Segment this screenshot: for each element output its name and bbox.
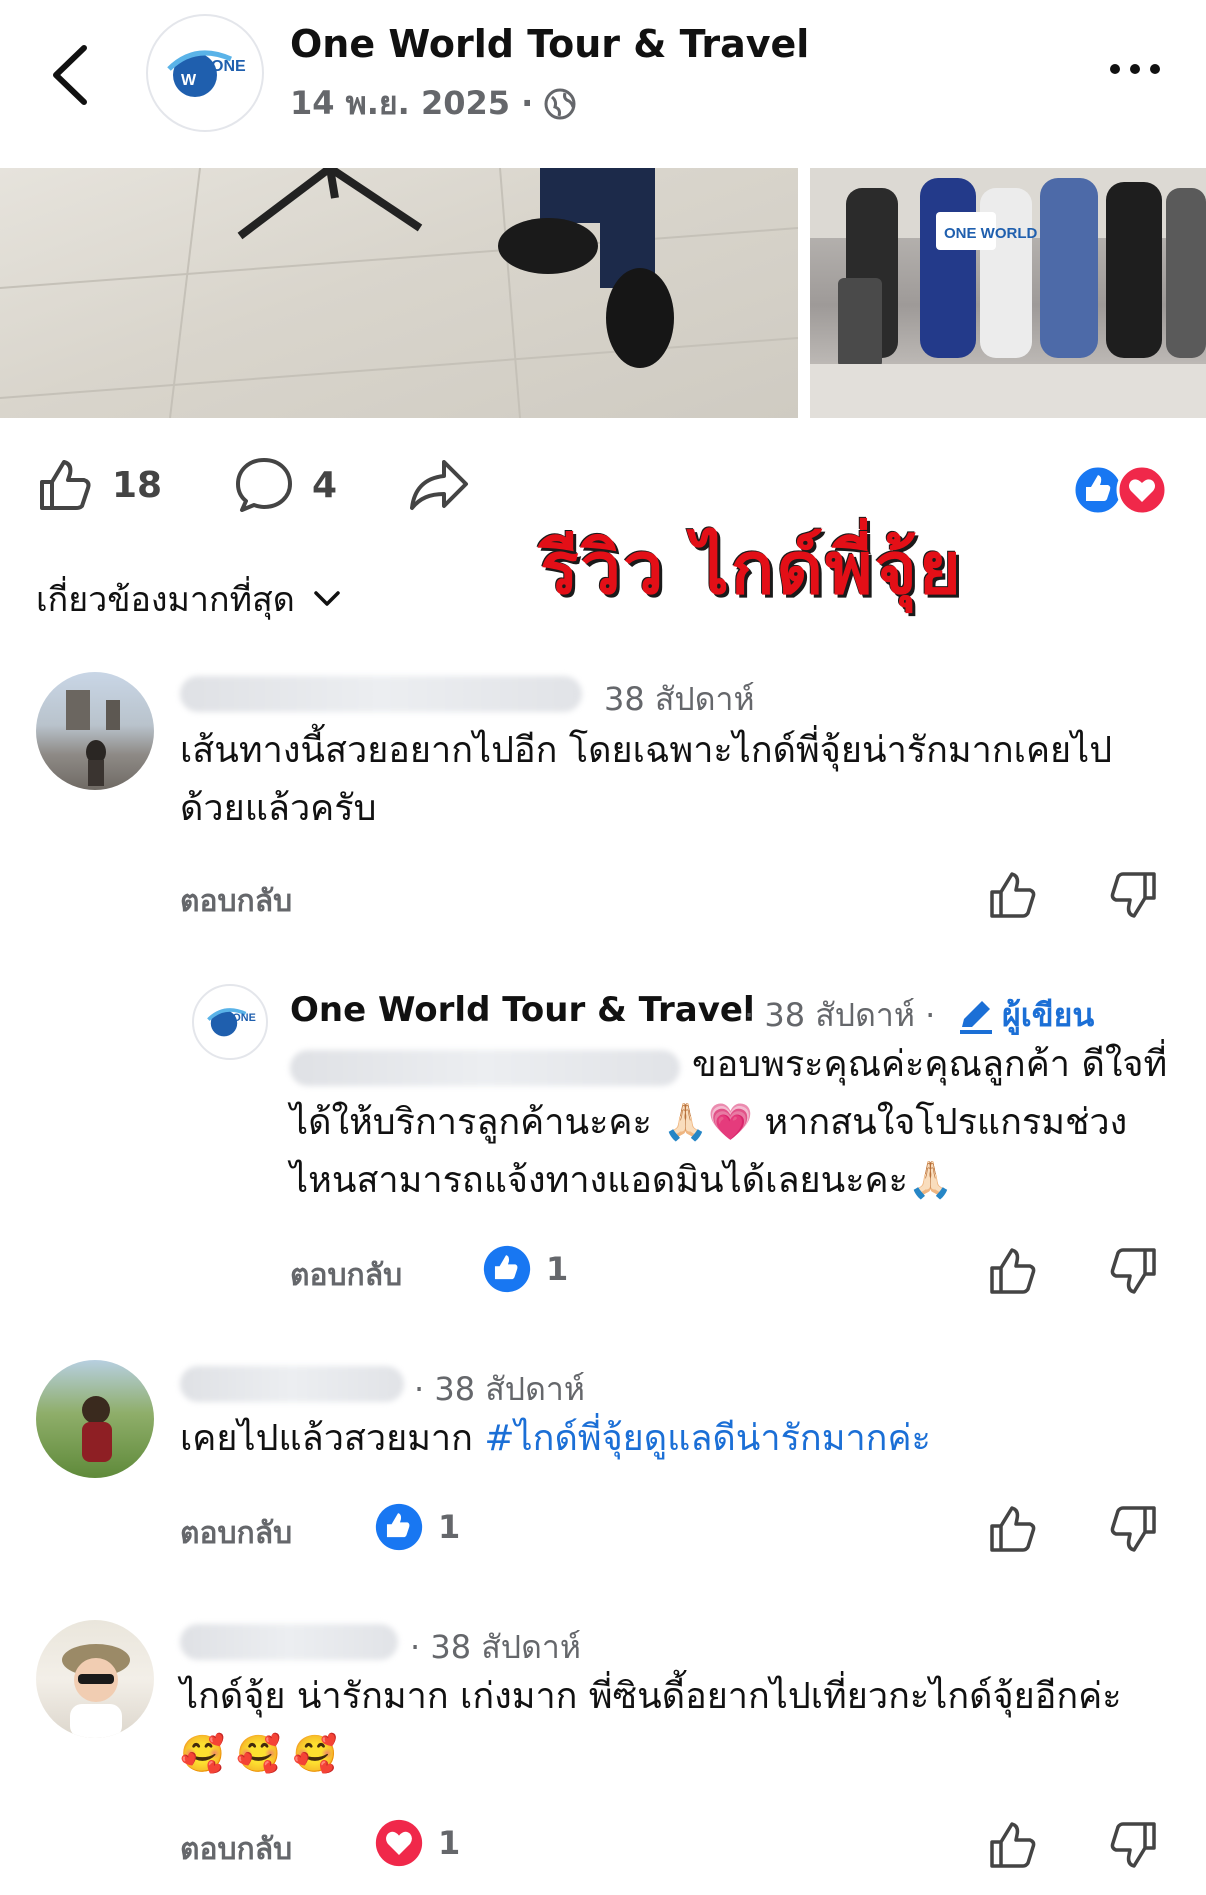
- svg-text:W: W: [181, 72, 197, 89]
- post-photo-1[interactable]: [0, 168, 798, 418]
- share-arrow-icon: [410, 460, 468, 510]
- comment-text-1: เส้นทางนี้สวยอยากไปอีก โดยเฉพาะไกด์พี่จุ…: [180, 730, 1113, 829]
- commenter-avatar-1[interactable]: [36, 672, 154, 790]
- svg-text:ONE: ONE: [232, 1012, 255, 1024]
- chevron-left-icon: [53, 45, 87, 105]
- like-reaction-icon: [483, 1245, 531, 1293]
- like-reaction-icon: [1072, 464, 1124, 516]
- commenter-name-3-blurred[interactable]: [180, 1366, 404, 1402]
- one-world-logo: ONE W: [167, 50, 246, 97]
- review-banner: รีวิว ไกด์พี่จุ้ย: [540, 526, 963, 610]
- thumbs-down-icon: [1110, 872, 1156, 918]
- reply-time: · 38 สัปดาห์ ·: [744, 996, 936, 1034]
- comment-text-3-plain: เคยไปแล้วสวยมาก: [180, 1418, 485, 1459]
- reply-button-2[interactable]: ตอบกลับ: [290, 1252, 402, 1299]
- post-date: 14 พ.ย. 2025 ·: [290, 78, 577, 129]
- comment-time-4: · 38 สัปดาห์: [410, 1628, 581, 1666]
- comment-4-like-button[interactable]: [988, 1820, 1038, 1874]
- comment-1-dislike-button[interactable]: [1108, 870, 1158, 924]
- photo-group: ONE WORLD: [810, 168, 1206, 418]
- comment-action[interactable]: 4: [234, 456, 337, 514]
- reply-like-button[interactable]: [988, 1246, 1038, 1300]
- reply-reaction[interactable]: 1: [482, 1244, 568, 1294]
- thumbs-down-icon: [1110, 1506, 1156, 1552]
- comment-3-like-button[interactable]: [988, 1504, 1038, 1558]
- commenter-avatar-4[interactable]: [36, 1620, 154, 1738]
- comment-3-reaction[interactable]: 1: [374, 1502, 460, 1552]
- post-photo-2[interactable]: ONE WORLD: [810, 168, 1206, 418]
- comment-time-1: 38 สัปดาห์: [604, 680, 755, 718]
- thumbs-up-icon: [990, 1248, 1036, 1294]
- author-badge-label: ผู้เขียน: [1002, 996, 1095, 1034]
- commenter-name-1-blurred[interactable]: [180, 676, 582, 712]
- comment-4-reaction[interactable]: 1: [374, 1818, 460, 1868]
- commenter-name-4-blurred[interactable]: [180, 1624, 398, 1660]
- reply-author-name[interactable]: One World Tour & Travel: [290, 990, 755, 1030]
- comment-count: 4: [312, 464, 338, 506]
- reply-button-1[interactable]: ตอบกลับ: [180, 878, 292, 925]
- globe-icon: [544, 88, 576, 119]
- thumbs-up-icon: [990, 1822, 1036, 1868]
- comment-time-3: · 38 สัปดาห์: [414, 1370, 585, 1408]
- comment-sort-dropdown[interactable]: เกี่ยวข้องมากที่สุด: [36, 572, 341, 626]
- reply-reaction-count: 1: [546, 1250, 569, 1288]
- svg-text:ONE: ONE: [211, 58, 246, 75]
- thumbs-down-icon: [1110, 1248, 1156, 1294]
- like-action[interactable]: 18: [36, 456, 162, 514]
- like-outline-icon: [40, 460, 91, 510]
- reaction-summary[interactable]: [1072, 463, 1170, 517]
- pencil-icon: [960, 1000, 992, 1034]
- post-date-text: 14 พ.ย. 2025 ·: [290, 84, 534, 122]
- comment-3-reaction-count: 1: [438, 1508, 461, 1546]
- sort-label: เกี่ยวข้องมากที่สุด: [36, 580, 295, 620]
- reply-author-avatar[interactable]: ONE: [192, 984, 268, 1060]
- more-options-button[interactable]: [1100, 54, 1170, 84]
- commenter-avatar-3[interactable]: [36, 1360, 154, 1478]
- love-reaction-icon: [1116, 464, 1168, 516]
- like-reaction-icon: [375, 1503, 423, 1551]
- comment-1-like-button[interactable]: [988, 870, 1038, 924]
- photo-floor-feet: [0, 168, 798, 418]
- comment-text-4: ไกด์จุ้ย น่ารักมาก เก่งมาก พี่ซินดี้อยาก…: [180, 1676, 1122, 1775]
- thumbs-up-icon: [990, 872, 1036, 918]
- reply-button-3[interactable]: ตอบกลับ: [180, 1510, 292, 1557]
- like-count: 18: [112, 464, 163, 506]
- chevron-down-icon: [314, 591, 340, 606]
- hashtag-link[interactable]: #ไกด์พี่จุ้ยดูแลดีน่ารักมากค่ะ: [484, 1418, 931, 1459]
- comment-4-dislike-button[interactable]: [1108, 1820, 1158, 1874]
- comment-4-reaction-count: 1: [438, 1824, 461, 1862]
- comment-3-dislike-button[interactable]: [1108, 1504, 1158, 1558]
- thumbs-down-icon: [1110, 1822, 1156, 1868]
- page-name[interactable]: One World Tour & Travel: [290, 22, 809, 66]
- back-button[interactable]: [40, 40, 100, 110]
- reply-text: ขอบพระคุณค่ะคุณลูกค้า ดีใจที่ได้ให้บริกา…: [290, 1044, 1168, 1201]
- share-action[interactable]: [408, 456, 470, 514]
- comment-text-3: เคยไปแล้วสวยมาก #ไกด์พี่จุ้ยดูแลดีน่ารัก…: [180, 1410, 1170, 1468]
- reply-dislike-button[interactable]: [1108, 1246, 1158, 1300]
- love-reaction-icon: [375, 1819, 423, 1867]
- page-avatar[interactable]: ONE W: [146, 14, 264, 132]
- author-badge: ผู้เขียน: [956, 990, 1094, 1041]
- thumbs-up-icon: [990, 1506, 1036, 1552]
- sign-text: ONE WORLD: [944, 225, 1037, 242]
- reply-button-4[interactable]: ตอบกลับ: [180, 1826, 292, 1873]
- comment-bubble-icon: [236, 458, 292, 512]
